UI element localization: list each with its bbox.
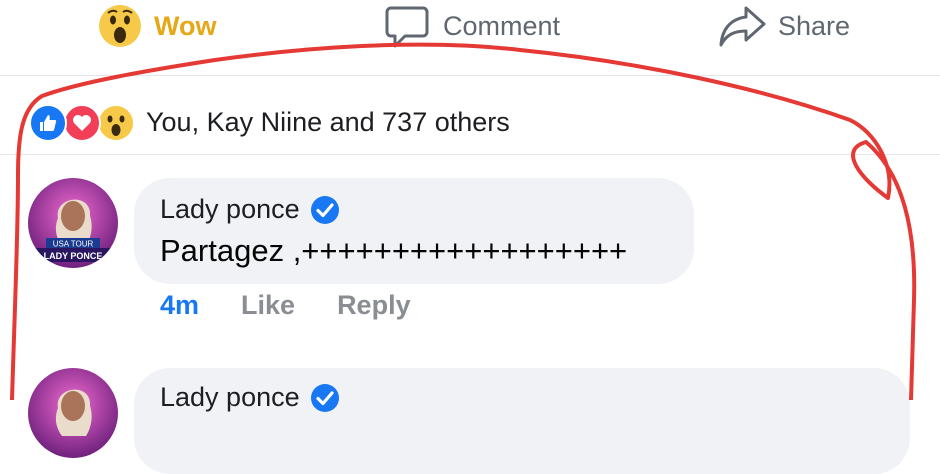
reaction-action-bar: Wow Comment Share: [0, 0, 940, 76]
svg-text:USA TOUR: USA TOUR: [53, 240, 94, 249]
share-arrow-icon: [719, 6, 766, 47]
comment-label: Comment: [443, 10, 561, 41]
comment-author[interactable]: Lady ponce: [160, 194, 300, 225]
share-button[interactable]: Share: [718, 0, 850, 52]
reaction-icons[interactable]: [29, 104, 139, 142]
comment-text: Partagez ,++++++++++++++++++: [160, 233, 628, 268]
like-link[interactable]: Like: [241, 290, 295, 321]
comment-button[interactable]: Comment: [383, 0, 560, 52]
comment-header: Lady ponce: [160, 382, 340, 413]
wow-button[interactable]: Wow: [98, 0, 217, 52]
wow-label: Wow: [154, 10, 217, 41]
avatar[interactable]: [28, 368, 118, 458]
svg-text:LADY PONCE: LADY PONCE: [44, 251, 103, 261]
avatar[interactable]: USA TOUR LADY PONCE: [28, 178, 118, 268]
verified-badge-icon: [310, 195, 339, 224]
reactions-summary-text[interactable]: You, Kay Niine and 737 others: [146, 107, 510, 138]
comment-icon: [385, 6, 429, 48]
reply-link[interactable]: Reply: [337, 290, 411, 321]
wow-reaction-icon: [97, 104, 135, 142]
share-label: Share: [778, 10, 851, 41]
comment-author[interactable]: Lady ponce: [160, 382, 300, 413]
comment-header: Lady ponce: [160, 194, 340, 225]
like-reaction-icon: [29, 104, 67, 142]
comment-meta: 4m Like Reply: [160, 290, 411, 321]
wow-emoji-icon: [99, 5, 141, 47]
comment-timestamp[interactable]: 4m: [160, 290, 199, 321]
verified-badge-icon: [310, 383, 339, 412]
love-reaction-icon: [63, 104, 101, 142]
